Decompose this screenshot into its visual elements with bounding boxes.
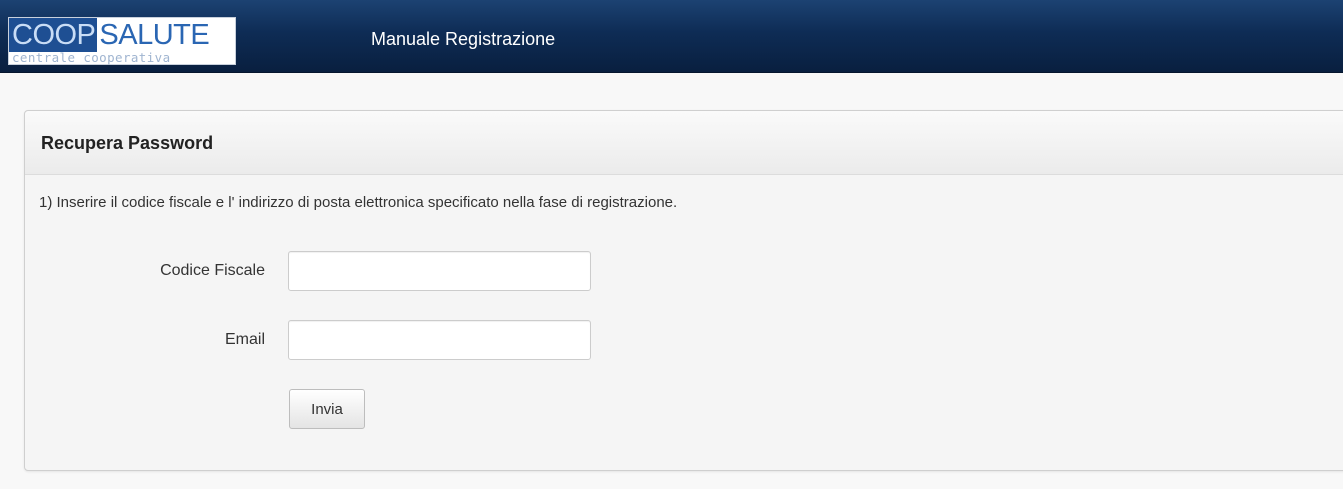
codice-fiscale-label: Codice Fiscale	[160, 262, 265, 279]
nav-link-manuale-registrazione[interactable]: Manuale Registrazione	[371, 28, 555, 50]
invia-button[interactable]: Invia	[289, 389, 365, 429]
logo-wordmark: COOP SALUTE	[9, 18, 210, 52]
page-title: Recupera Password	[41, 133, 214, 153]
logo-coop-text: COOP	[9, 18, 98, 52]
email-input[interactable]	[288, 320, 591, 360]
top-navbar: COOP SALUTE centrale cooperativa Manuale…	[0, 0, 1343, 73]
coopsalute-logo[interactable]: COOP SALUTE centrale cooperativa	[8, 17, 236, 65]
recupera-password-panel: Recupera Password 1) Inserire il codice …	[24, 110, 1343, 471]
email-label: Email	[224, 331, 265, 348]
logo-tagline: centrale cooperativa	[12, 50, 171, 65]
codice-fiscale-input[interactable]	[288, 251, 591, 291]
logo-salute-text: SALUTE	[99, 19, 210, 51]
panel-heading: Recupera Password	[25, 111, 1343, 175]
instructions-text: 1) Inserire il codice fiscale e l' indir…	[39, 194, 678, 211]
